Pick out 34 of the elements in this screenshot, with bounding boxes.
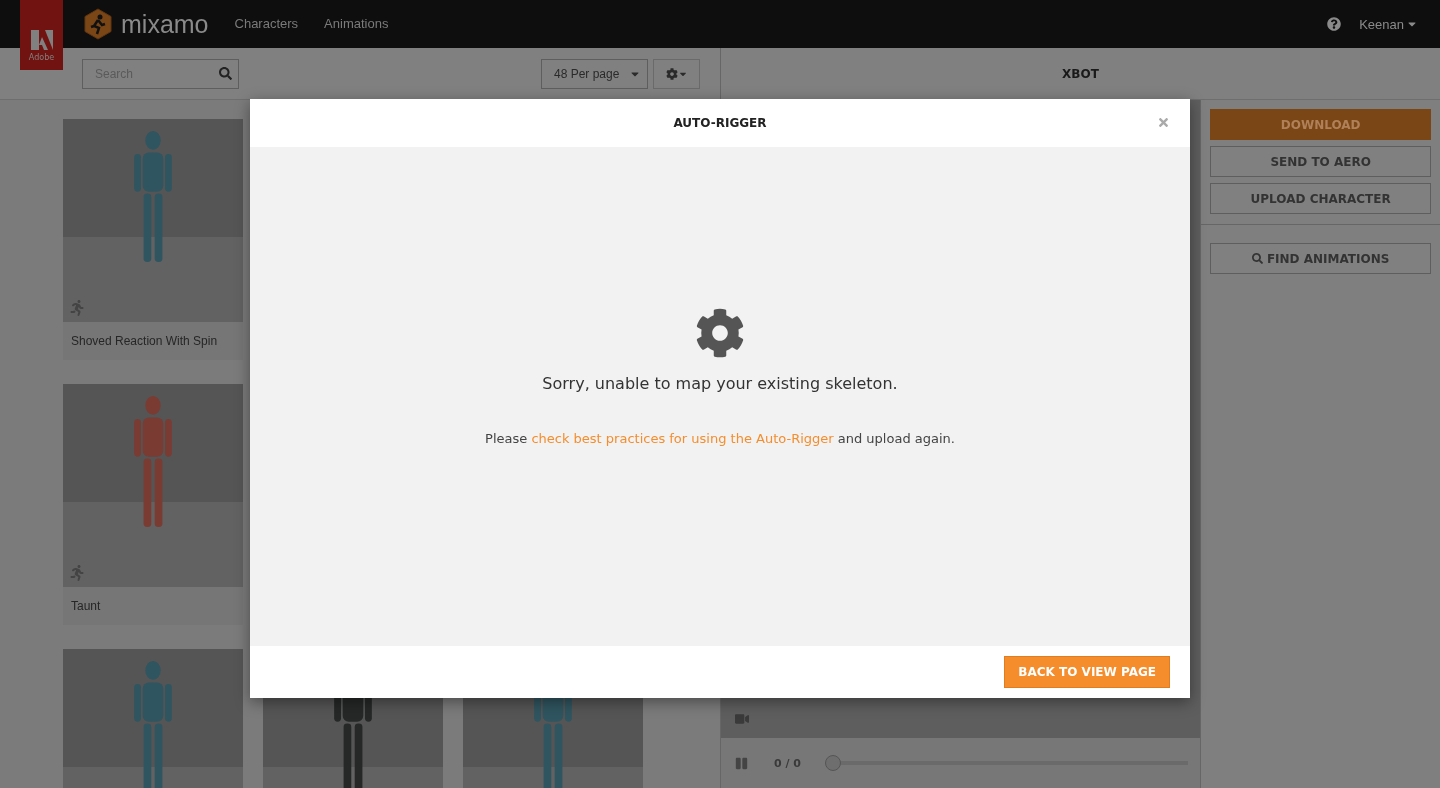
action-button[interactable]: DOWNLOAD — [1210, 109, 1431, 140]
camera-icon[interactable] — [735, 712, 749, 726]
gear-icon — [695, 307, 745, 358]
back-button[interactable]: BACK TO VIEW PAGE — [1004, 656, 1170, 688]
runner-icon — [69, 565, 85, 581]
settings-button[interactable] — [653, 58, 700, 89]
adobe-label: Adobe — [28, 53, 55, 62]
error-message: Sorry, unable to map your existing skeleton. — [542, 373, 898, 393]
animation-name[interactable]: Shoved Reaction With Spin — [71, 334, 218, 348]
action-button[interactable]: FIND ANIMATIONS — [1210, 243, 1431, 274]
frame-counter: 0 / 0 — [774, 756, 801, 770]
runner-icon — [69, 300, 85, 316]
nav-link[interactable]: Animations — [324, 0, 389, 48]
best-practices-link[interactable]: check best practices for using the Auto-Rigger — [531, 430, 834, 446]
dialog-title: AUTO-RIGGER — [673, 116, 767, 130]
nav-link[interactable]: Characters — [234, 0, 299, 48]
close-button[interactable] — [1157, 116, 1170, 129]
per-page-select[interactable]: 48 Per page — [541, 58, 648, 89]
pause-icon[interactable] — [735, 756, 748, 770]
user-menu[interactable]: Keenan — [1359, 16, 1418, 32]
search-icon — [1251, 253, 1263, 264]
gear-icon — [665, 67, 678, 80]
adobe-mark-icon — [30, 30, 53, 50]
help-text: Please check best practices for using the Auto-Rigger and upload again. — [485, 430, 955, 446]
help-icon[interactable] — [1327, 17, 1342, 31]
adobe-logo[interactable]: Adobe — [20, 0, 63, 70]
timeline-handle[interactable] — [825, 755, 841, 771]
brand-name[interactable]: mixamo — [121, 9, 209, 39]
action-button[interactable]: SEND TO AERO — [1210, 146, 1431, 177]
animation-name[interactable]: Taunt — [71, 599, 101, 613]
runner-hexagon-icon[interactable] — [83, 8, 113, 40]
action-button[interactable]: UPLOAD CHARACTER — [1210, 183, 1431, 214]
search-icon[interactable] — [219, 67, 232, 80]
character-name: XBOT — [1062, 66, 1099, 81]
